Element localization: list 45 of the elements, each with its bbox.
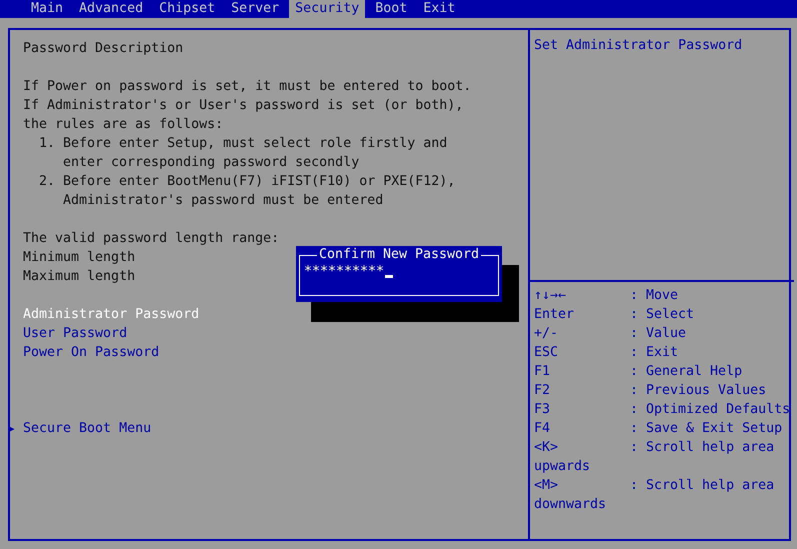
key-action: : Scroll help area xyxy=(630,477,774,495)
rule-number: 1. xyxy=(39,135,56,153)
key-action: downwards xyxy=(534,496,606,514)
key-name: <M> xyxy=(534,477,560,495)
key-action: upwards xyxy=(534,458,590,476)
description-text: the rules are as follows: xyxy=(23,116,224,134)
help-text: Set Administrator Password xyxy=(534,37,744,55)
key-name: ESC xyxy=(534,344,560,362)
password-option[interactable]: User Password xyxy=(23,324,128,343)
description-text: If Administrator's or User's password is set (or both), xyxy=(23,97,464,115)
menu-tab[interactable]: Main xyxy=(25,0,70,18)
key-name: F3 xyxy=(534,401,552,419)
key-name: F1 xyxy=(534,363,552,381)
menu-tab[interactable]: Advanced xyxy=(73,0,150,18)
rule-text: Before enter Setup, must select role firstly and enter corresponding password secondly xyxy=(63,135,448,172)
menu-tab[interactable]: Chipset xyxy=(153,0,222,18)
key-name: Enter xyxy=(534,306,576,324)
menu-tab[interactable]: Boot xyxy=(369,0,414,18)
rule-text: Before enter BootMenu(F7) iFIST(F10) or PXE(F12), Administrator's password must be entered xyxy=(63,173,456,210)
submenu-link[interactable]: Secure Boot Menu xyxy=(23,419,152,438)
menu-tab[interactable]: Server xyxy=(225,0,286,18)
menu-tab[interactable]: Security xyxy=(289,0,366,18)
key-action: : Exit xyxy=(630,344,678,362)
key-name: <K> xyxy=(534,439,560,457)
description-text: If Power on password is set, it must be entered to boot. xyxy=(23,78,472,96)
password-option[interactable]: Power On Password xyxy=(23,343,160,362)
section-title: Password Description xyxy=(23,40,184,58)
menu-tab[interactable]: Exit xyxy=(417,0,462,18)
key-action: : General Help xyxy=(630,363,742,381)
key-action: : Scroll help area xyxy=(630,439,774,457)
key-action: : Value xyxy=(630,325,686,343)
key-action: : Save & Exit Setup xyxy=(630,420,782,438)
key-action: : Select xyxy=(630,306,694,324)
key-name: F4 xyxy=(534,420,552,438)
password-field[interactable]: ********** xyxy=(304,264,394,280)
rule-number: 2. xyxy=(39,173,56,191)
key-name: +/- xyxy=(534,325,560,343)
key-action: : Previous Values xyxy=(630,382,766,400)
field-label: Minimum length xyxy=(23,249,136,267)
key-action: : Move xyxy=(630,287,678,305)
key-action: : Optimized Defaults xyxy=(630,401,790,419)
range-label: The valid password length range: xyxy=(23,230,280,248)
key-name: F2 xyxy=(534,382,552,400)
key-name: ↑↓→← xyxy=(534,287,568,305)
field-label: Maximum length xyxy=(23,268,136,286)
